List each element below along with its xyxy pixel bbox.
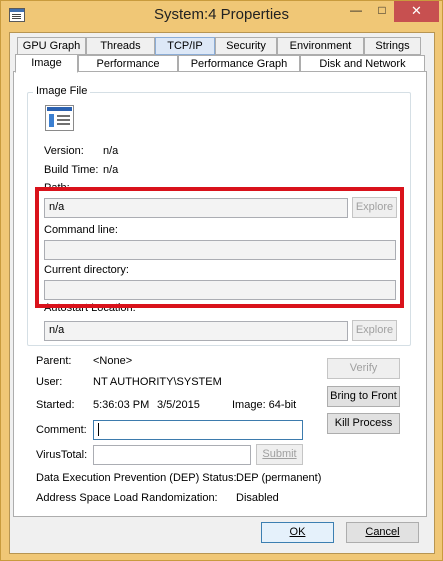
tab-tcp-ip[interactable]: TCP/IP	[155, 37, 215, 55]
user-label: User:	[36, 376, 63, 388]
tab-strings[interactable]: Strings	[364, 37, 421, 55]
virustotal-field[interactable]	[93, 445, 251, 465]
tab-threads[interactable]: Threads	[86, 37, 155, 55]
text-caret	[98, 423, 99, 436]
maximize-button[interactable]: □	[369, 1, 395, 22]
started-date-value: 3/5/2015	[157, 399, 200, 411]
highlight-annotation-box	[35, 187, 404, 308]
image-file-group-title: Image File	[33, 85, 91, 97]
comment-input[interactable]	[93, 420, 303, 440]
virustotal-label: VirusTotal:	[36, 449, 88, 461]
tab-gpu-graph[interactable]: GPU Graph	[17, 37, 86, 55]
cancel-button-label: Cancel	[365, 526, 400, 538]
ok-button[interactable]: OK	[261, 522, 334, 543]
kill-process-button[interactable]: Kill Process	[327, 413, 400, 434]
bring-to-front-button[interactable]: Bring to Front	[327, 386, 400, 407]
verify-button[interactable]: Verify	[327, 358, 400, 379]
ok-button-label: OK	[289, 526, 306, 538]
autostart-location-field[interactable]: n/a	[44, 321, 348, 341]
started-label: Started:	[36, 399, 75, 411]
started-time-value: 5:36:03 PM	[93, 399, 150, 411]
cancel-button[interactable]: Cancel	[346, 522, 419, 543]
dep-status-label: Data Execution Prevention (DEP) Status:	[36, 472, 237, 484]
build-time-label: Build Time:	[44, 164, 99, 176]
comment-label: Comment:	[36, 424, 87, 436]
title-bar[interactable]: System:4 Properties — □ ✕	[1, 1, 442, 31]
autostart-explore-button[interactable]: Explore	[352, 320, 397, 341]
parent-label: Parent:	[36, 355, 72, 367]
tab-environment[interactable]: Environment	[277, 37, 364, 55]
dep-status-value: DEP (permanent)	[236, 472, 322, 484]
tab-security[interactable]: Security	[215, 37, 277, 55]
user-value: NT AUTHORITY\SYSTEM	[93, 376, 222, 388]
executable-icon	[45, 105, 74, 131]
aslr-label: Address Space Load Randomization:	[36, 492, 218, 504]
tab-image[interactable]: Image	[15, 54, 78, 73]
close-button[interactable]: ✕	[394, 1, 439, 22]
submit-button-label: Submit	[262, 448, 297, 460]
version-label: Version:	[44, 145, 84, 157]
version-value: n/a	[103, 145, 119, 157]
parent-value: <None>	[93, 355, 133, 367]
submit-button[interactable]: Submit	[256, 444, 303, 465]
image-bitness-label: Image: 64-bit	[232, 399, 297, 411]
build-time-value: n/a	[103, 164, 119, 176]
minimize-button[interactable]: —	[343, 1, 369, 22]
aslr-value: Disabled	[236, 492, 279, 504]
